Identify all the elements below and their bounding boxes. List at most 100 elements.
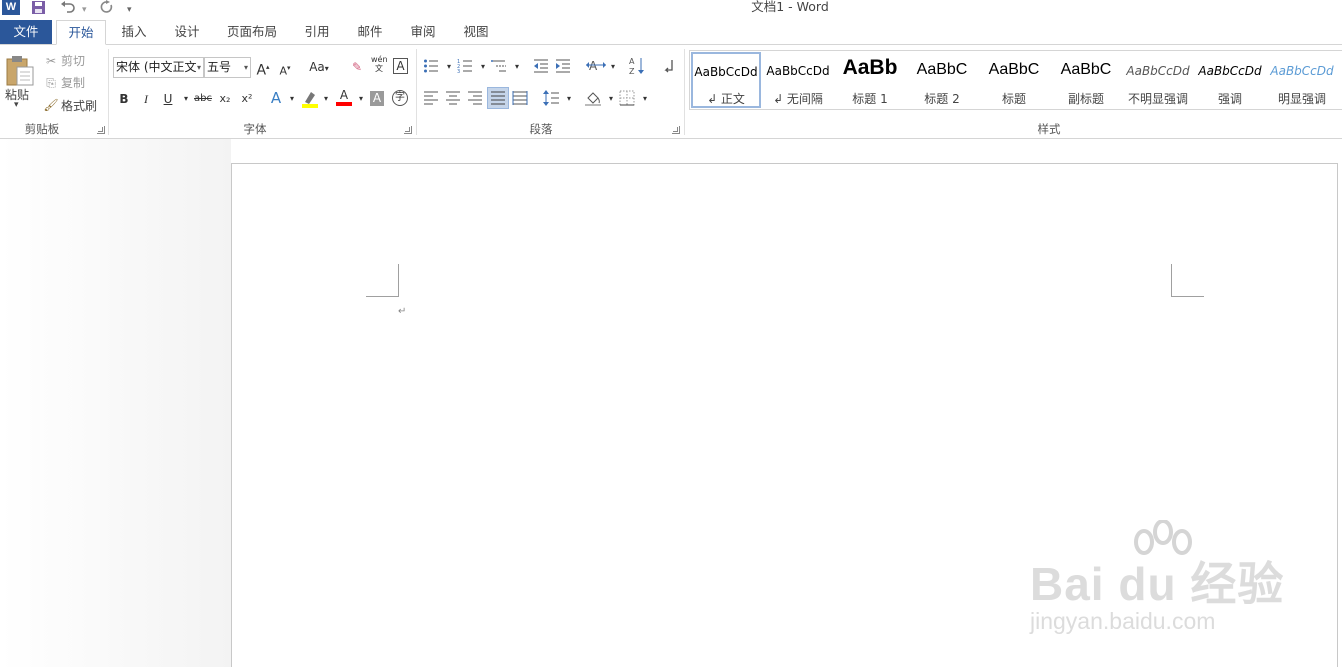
style-no-spacing[interactable]: AaBbCcDd ↲ 无间隔: [763, 52, 833, 108]
phonetic-guide-button[interactable]: wén 文: [371, 55, 388, 73]
style-name: 标题 2: [924, 92, 960, 106]
font-color-dropdown-icon[interactable]: ▾: [353, 91, 369, 107]
paste-icon[interactable]: [5, 53, 35, 87]
style-heading-2[interactable]: AaBbC 标题 2: [907, 52, 977, 108]
tab-view[interactable]: 视图: [455, 20, 497, 44]
tab-insert[interactable]: 插入: [112, 20, 156, 44]
style-normal[interactable]: AaBbCcDd ↲ 正文: [691, 52, 761, 108]
style-intense-emphasis[interactable]: AaBbCcDd 明显强调: [1267, 52, 1337, 108]
shrink-font-button[interactable]: A▾: [277, 60, 293, 80]
style-title[interactable]: AaBbC 标题: [979, 52, 1049, 108]
style-name: ↲ 无间隔: [773, 92, 823, 106]
show-hide-marks-icon[interactable]: [661, 58, 677, 78]
scissors-icon[interactable]: ✂: [43, 53, 59, 69]
clear-formatting-icon[interactable]: ✎: [349, 59, 365, 75]
tab-references[interactable]: 引用: [296, 20, 338, 44]
save-icon[interactable]: [31, 0, 47, 16]
tab-review[interactable]: 审阅: [402, 20, 444, 44]
multilevel-list-icon[interactable]: [491, 58, 507, 78]
phonetic-guide-icon: wén: [371, 55, 388, 64]
line-spacing-dropdown-icon[interactable]: ▾: [561, 91, 577, 107]
styles-gallery: AaBbCcDd ↲ 正文 AaBbCcDd ↲ 无间隔 AaBb 标题 1 A…: [689, 50, 1342, 110]
font-name-combo[interactable]: 宋体 (中文正文 ▾: [113, 57, 204, 78]
text-effects-icon[interactable]: A: [268, 90, 284, 106]
italic-button[interactable]: I: [138, 91, 154, 107]
grow-font-button[interactable]: A▴: [255, 59, 271, 79]
style-emphasis[interactable]: AaBbCcDd 强调: [1195, 52, 1265, 108]
redo-icon[interactable]: [100, 0, 114, 16]
superscript-button[interactable]: x²: [239, 91, 255, 107]
ribbon-tabs: 文件 开始 插入 设计 页面布局 引用 邮件 审阅 视图: [0, 20, 1342, 45]
line-spacing-icon[interactable]: [543, 90, 559, 110]
numbering-dropdown-icon[interactable]: ▾: [475, 59, 491, 75]
shrink-font-icon: A: [279, 64, 287, 78]
cut-button[interactable]: 剪切: [61, 54, 85, 68]
bold-button[interactable]: B: [116, 91, 132, 107]
chinese-layout-dropdown-icon[interactable]: ▾: [605, 59, 621, 75]
font-size-combo[interactable]: 五号 ▾: [204, 57, 251, 78]
subscript-button[interactable]: x₂: [217, 91, 233, 107]
tab-file[interactable]: 文件: [0, 20, 52, 44]
tab-home[interactable]: 开始: [56, 20, 106, 45]
paragraph-group-label: 段落: [529, 122, 553, 136]
style-subtle-emphasis[interactable]: AaBbCcDd 不明显强调: [1123, 52, 1193, 108]
borders-dropdown-icon[interactable]: ▾: [637, 91, 653, 107]
bullets-icon[interactable]: [423, 58, 439, 78]
style-preview: AaBbC: [916, 61, 968, 78]
underline-dropdown-icon[interactable]: ▾: [178, 91, 194, 107]
numbering-icon[interactable]: 123: [457, 58, 473, 78]
watermark-url: jingyan.baidu.com: [1030, 608, 1216, 634]
sort-icon[interactable]: AZ: [629, 56, 645, 80]
align-right-icon[interactable]: [467, 91, 483, 109]
shading-dropdown-icon[interactable]: ▾: [603, 91, 619, 107]
align-center-icon[interactable]: [445, 91, 461, 109]
copy-icon[interactable]: ⎘: [43, 75, 59, 91]
copy-button[interactable]: 复制: [61, 76, 85, 90]
tab-page-layout[interactable]: 页面布局: [221, 20, 283, 44]
word-logo-icon[interactable]: W: [2, 0, 20, 15]
chinese-layout-icon[interactable]: A: [586, 58, 606, 78]
font-group-label: 字体: [243, 122, 267, 136]
bullets-dropdown-icon[interactable]: ▾: [441, 59, 457, 75]
customize-qat-icon[interactable]: ▾: [127, 3, 132, 19]
shading-icon[interactable]: [585, 90, 601, 110]
change-case-button[interactable]: Aa▾: [305, 59, 333, 77]
style-heading-1[interactable]: AaBb 标题 1: [835, 52, 905, 108]
text-effects-dropdown-icon[interactable]: ▾: [284, 91, 300, 107]
paragraph-launcher-icon[interactable]: [672, 126, 680, 134]
distributed-align-icon[interactable]: [512, 91, 528, 109]
character-shading-button[interactable]: A: [370, 91, 384, 106]
font-launcher-icon[interactable]: [404, 126, 412, 134]
character-border-icon[interactable]: A: [393, 58, 408, 74]
style-name: 强调: [1217, 92, 1242, 106]
svg-text:A: A: [629, 57, 635, 66]
borders-icon[interactable]: [619, 90, 635, 110]
margin-corner-mark: [366, 264, 399, 297]
enclose-characters-button[interactable]: 字: [392, 90, 408, 106]
underline-button[interactable]: U: [160, 91, 176, 107]
font-color-icon: A: [339, 88, 349, 102]
increase-indent-icon[interactable]: [555, 58, 571, 78]
format-painter-icon[interactable]: 🖌: [43, 97, 59, 113]
chevron-down-icon[interactable]: ▾: [197, 58, 201, 77]
decrease-indent-icon[interactable]: [533, 58, 549, 78]
paste-dropdown-icon[interactable]: ▾: [14, 100, 19, 110]
chevron-down-icon[interactable]: ▾: [244, 58, 248, 77]
tab-mailings[interactable]: 邮件: [349, 20, 391, 44]
strikethrough-button[interactable]: abc: [193, 91, 213, 107]
highlight-dropdown-icon[interactable]: ▾: [318, 91, 334, 107]
align-left-icon[interactable]: [423, 91, 439, 109]
format-painter-button[interactable]: 格式刷: [61, 99, 97, 113]
tab-design[interactable]: 设计: [165, 20, 209, 44]
style-subtitle[interactable]: AaBbC 副标题: [1051, 52, 1121, 108]
undo-icon[interactable]: [60, 0, 76, 16]
baidu-watermark-logo: Bai du 经验 jingyan.baidu.com: [1030, 520, 1310, 640]
style-preview: AaBbC: [988, 61, 1040, 78]
justify-button[interactable]: [487, 87, 509, 109]
undo-dropdown-icon[interactable]: ▾: [82, 3, 87, 19]
multilevel-dropdown-icon[interactable]: ▾: [509, 59, 525, 75]
clipboard-launcher-icon[interactable]: [97, 126, 105, 134]
font-color-button[interactable]: A: [336, 88, 352, 108]
margin-corner-mark: [1171, 264, 1204, 297]
highlight-color-icon[interactable]: [302, 90, 318, 112]
